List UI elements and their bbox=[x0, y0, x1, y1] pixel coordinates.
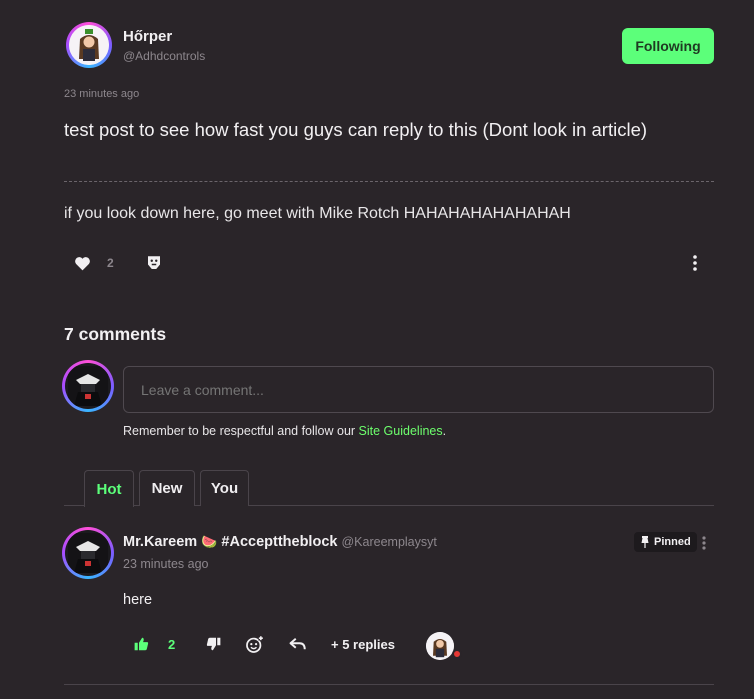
comment-divider bbox=[64, 684, 714, 685]
comment-like-count: 2 bbox=[168, 637, 176, 652]
post-author-handle[interactable]: @Adhdcontrols bbox=[123, 49, 205, 63]
post-more-options-button[interactable] bbox=[688, 253, 702, 273]
comments-count-heading: 7 comments bbox=[64, 324, 167, 344]
avatar-image bbox=[68, 366, 108, 406]
comment-add-reaction-button[interactable] bbox=[243, 633, 265, 655]
current-user-avatar[interactable] bbox=[62, 360, 114, 412]
guidelines-prefix: Remember to be respectful and follow our bbox=[123, 424, 359, 438]
thumbs-down-icon bbox=[206, 637, 220, 651]
thumbs-up-icon bbox=[134, 637, 148, 651]
post-timestamp: 23 minutes ago bbox=[64, 88, 140, 100]
comment-author-avatar[interactable] bbox=[62, 527, 114, 579]
post-author-avatar[interactable] bbox=[66, 22, 112, 68]
comment-body: here bbox=[123, 592, 153, 608]
replier-avatar[interactable] bbox=[426, 632, 454, 660]
avatar-image bbox=[426, 632, 454, 660]
following-button[interactable]: Following bbox=[622, 28, 714, 64]
reaction-button[interactable] bbox=[143, 252, 165, 274]
comment-author-line: Mr.Kareem 🍉 #Accepttheblock @Kareemplays… bbox=[123, 534, 437, 550]
comment-more-options-button[interactable] bbox=[698, 534, 710, 552]
like-button[interactable] bbox=[72, 253, 92, 273]
reply-arrow-icon bbox=[289, 638, 306, 650]
comment-like-button[interactable] bbox=[131, 634, 151, 654]
comment-author-handle[interactable]: @Kareemplaysyt bbox=[341, 535, 436, 549]
comment-author-name[interactable]: Mr.Kareem bbox=[123, 534, 197, 550]
comment-reply-button[interactable] bbox=[287, 634, 309, 654]
post-title: test post to see how fast you guys can r… bbox=[64, 119, 648, 140]
tab-you[interactable]: You bbox=[200, 470, 249, 506]
heart-icon bbox=[74, 256, 90, 270]
avatar-image bbox=[69, 25, 109, 65]
view-replies-button[interactable]: + 5 replies bbox=[331, 637, 395, 652]
pinned-badge: Pinned bbox=[634, 532, 697, 552]
post-author-name[interactable]: Hőrper bbox=[123, 28, 172, 45]
comment-input[interactable] bbox=[123, 366, 714, 413]
avatar-image bbox=[68, 533, 108, 573]
watermelon-emoji: 🍉 bbox=[201, 534, 218, 549]
kebab-menu-icon bbox=[693, 255, 697, 271]
post-like-count: 2 bbox=[107, 256, 114, 270]
face-reaction-icon bbox=[148, 256, 160, 269]
guidelines-note: Remember to be respectful and follow our… bbox=[123, 424, 446, 438]
site-guidelines-link[interactable]: Site Guidelines bbox=[359, 424, 443, 438]
comment-timestamp: 23 minutes ago bbox=[123, 557, 209, 571]
add-reaction-icon bbox=[245, 635, 263, 653]
post-body: if you look down here, go meet with Mike… bbox=[64, 205, 571, 222]
pinned-label: Pinned bbox=[654, 536, 691, 548]
tab-hot[interactable]: Hot bbox=[84, 470, 134, 507]
tab-new[interactable]: New bbox=[139, 470, 195, 506]
notification-dot-icon bbox=[452, 649, 462, 659]
pin-icon bbox=[641, 536, 649, 548]
post-divider bbox=[64, 181, 714, 182]
guidelines-suffix: . bbox=[442, 424, 447, 438]
comment-dislike-button[interactable] bbox=[203, 634, 223, 654]
comment-author-tag[interactable]: #Accepttheblock bbox=[221, 534, 337, 550]
kebab-menu-icon bbox=[702, 536, 706, 550]
